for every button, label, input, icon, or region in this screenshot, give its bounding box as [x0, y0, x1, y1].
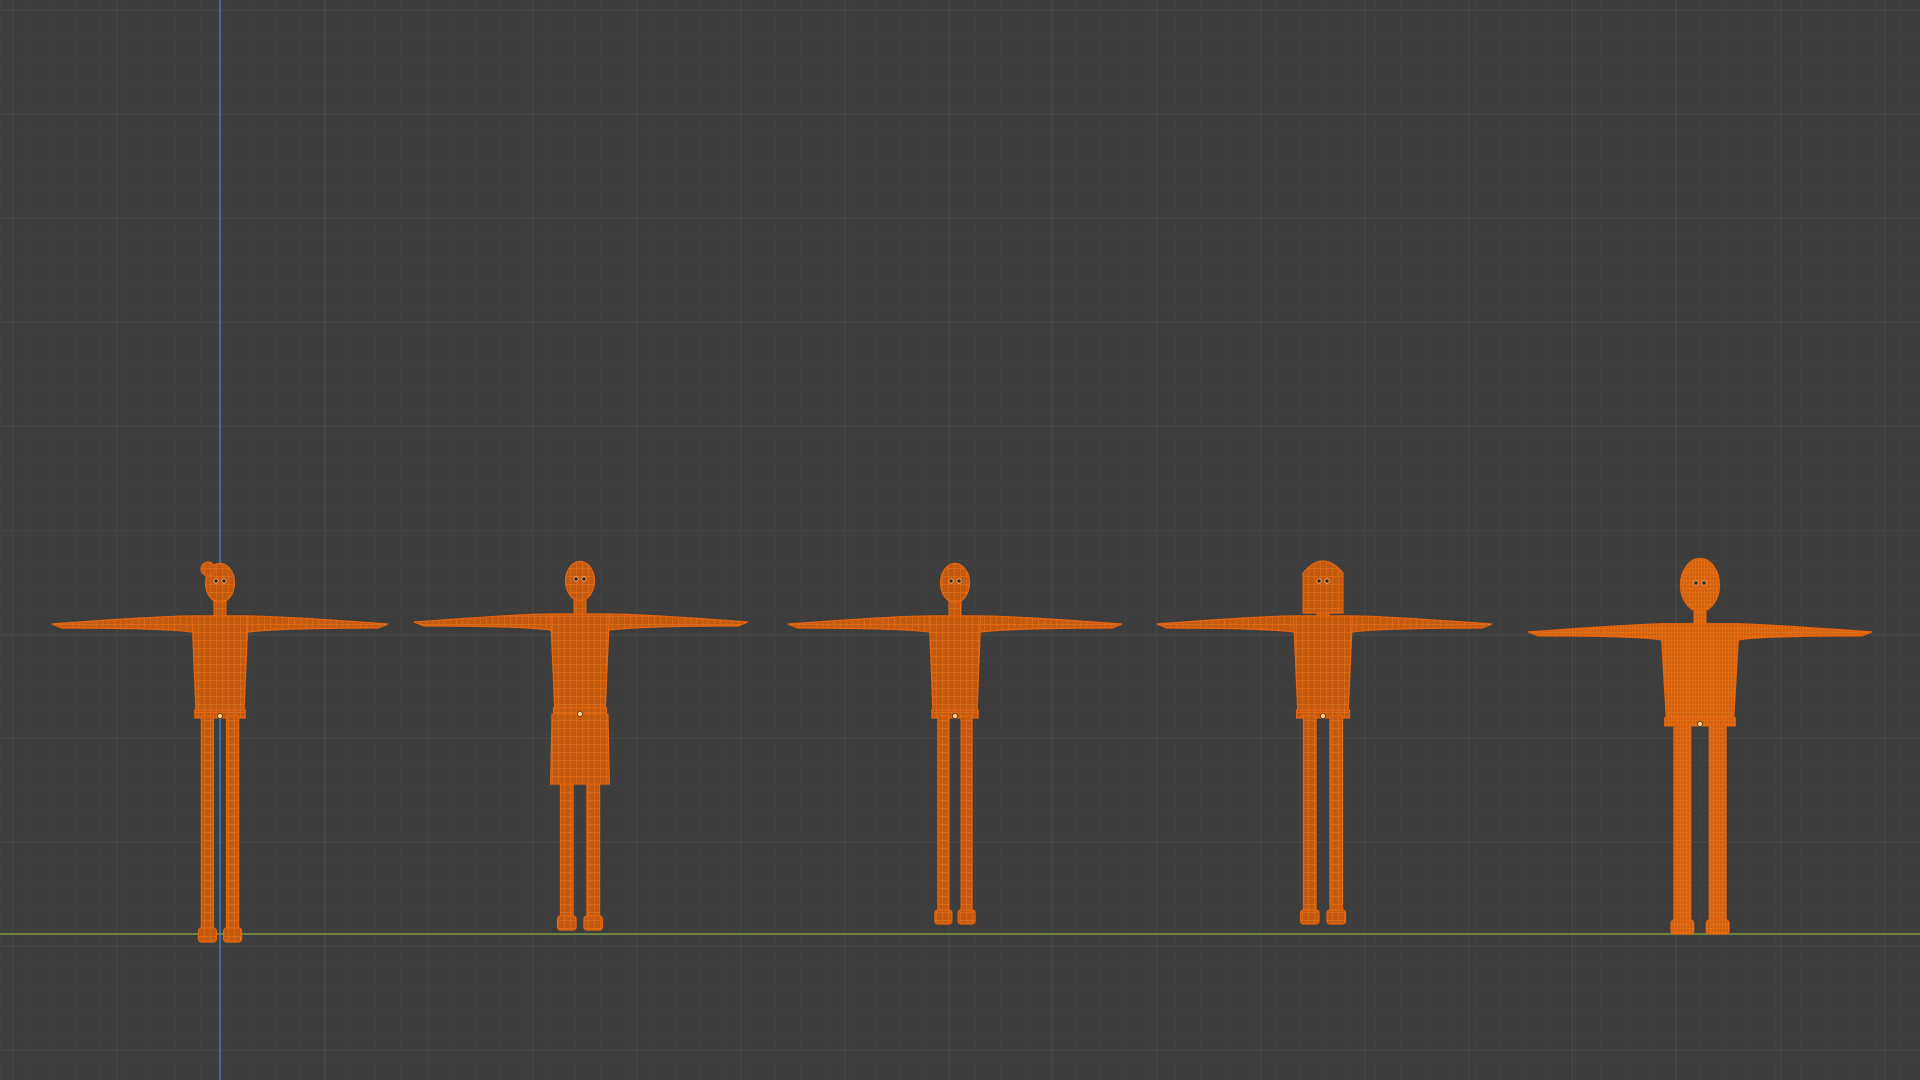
right-foot-mesh [583, 915, 604, 931]
left-leg-mesh [1673, 723, 1692, 921]
object-origin [952, 713, 959, 720]
head-mesh [939, 562, 971, 604]
torso-mesh [1292, 615, 1354, 717]
origin-marker [213, 578, 219, 584]
object-origin [577, 711, 584, 718]
torso-mesh [549, 613, 611, 715]
left-leg-mesh [937, 715, 950, 911]
right-foot-mesh [1326, 909, 1347, 925]
torso-mesh [191, 615, 249, 717]
left-leg-mesh [1302, 715, 1317, 911]
left-foot-mesh [934, 909, 953, 925]
origin-marker [956, 578, 962, 584]
right-foot-mesh [223, 927, 243, 943]
right-leg-mesh [1708, 723, 1727, 921]
hair-mesh [1302, 560, 1344, 614]
object-origin [1697, 720, 1704, 727]
origin-marker [221, 578, 227, 584]
left-leg-mesh [200, 715, 214, 929]
3d-viewport[interactable] [0, 0, 1920, 1080]
origin-marker [573, 576, 579, 582]
left-foot-mesh [1670, 919, 1695, 935]
origin-marker [1324, 578, 1330, 584]
shorts-mesh [549, 713, 611, 785]
viewport-canvas[interactable] [0, 0, 1920, 1080]
torso-mesh [1660, 623, 1740, 725]
origin-marker [581, 576, 587, 582]
left-foot-mesh [197, 927, 217, 943]
torso-mesh [928, 615, 982, 717]
right-leg-mesh [960, 715, 973, 911]
right-leg-mesh [226, 715, 240, 929]
hair-bun-mesh [200, 561, 216, 577]
right-foot-mesh [957, 909, 976, 925]
object-origin [1320, 713, 1327, 720]
origin-marker [1701, 580, 1707, 586]
head-mesh [564, 560, 596, 602]
left-foot-mesh [556, 915, 577, 931]
origin-marker [1316, 578, 1322, 584]
object-origin [216, 713, 223, 720]
left-foot-mesh [1299, 909, 1320, 925]
head-mesh [1679, 557, 1721, 612]
right-foot-mesh [1705, 919, 1730, 935]
origin-marker [1693, 580, 1699, 586]
origin-marker [948, 578, 954, 584]
right-leg-mesh [1329, 715, 1344, 911]
